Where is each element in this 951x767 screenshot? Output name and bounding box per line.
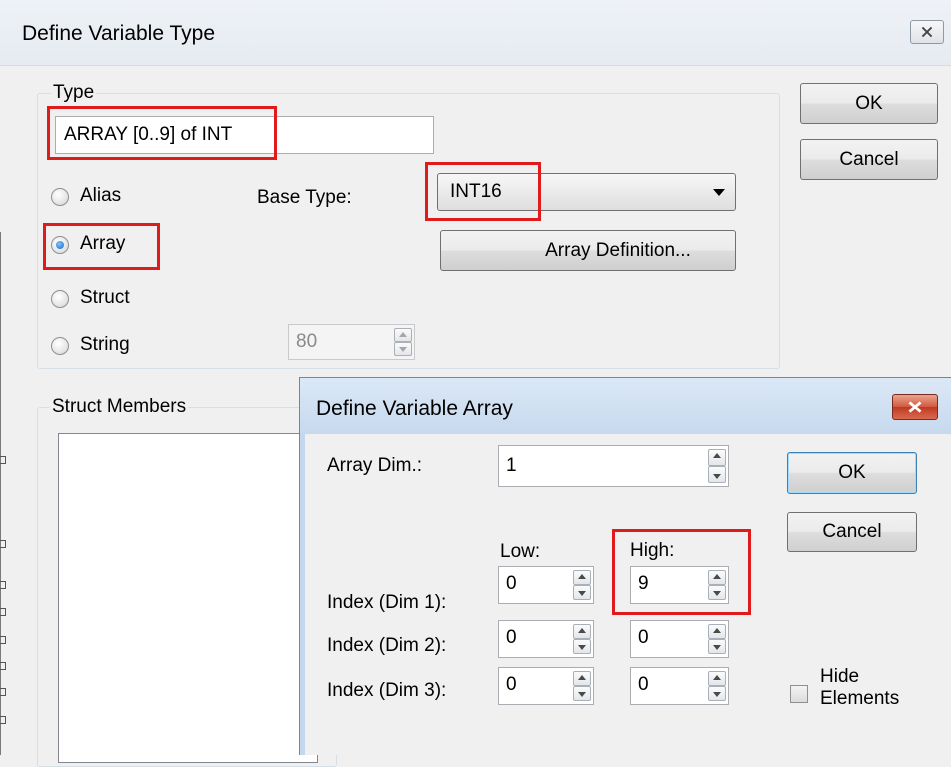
dim2-high-value: 0 [638,627,649,648]
chevron-down-icon [713,189,725,196]
edge-tick [0,688,6,696]
background-window-edge [0,232,1,755]
hide-elements-checkbox[interactable] [790,685,808,703]
spin-up-icon[interactable] [394,328,412,342]
edge-tick [0,716,6,724]
spin-down-icon[interactable] [573,639,591,654]
outer-cancel-button[interactable]: Cancel [800,139,938,180]
index-dim1-label: Index (Dim 1): [327,592,447,613]
radio-alias[interactable] [51,188,69,206]
edge-tick [0,662,6,670]
array-definition-button[interactable]: Array Definition... [440,230,736,271]
dim2-high-spinner[interactable]: 0 [630,620,729,658]
struct-members-legend: Struct Members [50,396,189,417]
radio-struct-label: Struct [80,287,130,308]
array-definition-label: Array Definition... [545,240,691,261]
dim3-low-value: 0 [506,674,517,695]
spin-down-icon[interactable] [708,466,726,483]
inner-close-button[interactable] [892,394,938,420]
outer-close-button[interactable] [910,20,944,44]
dim1-low-spinner[interactable]: 0 [498,566,594,604]
radio-alias-label: Alias [80,185,122,206]
hide-elements-line2: Elements [820,688,900,709]
spin-down-icon[interactable] [708,639,726,654]
spin-down-icon[interactable] [394,342,412,356]
dim3-high-spinner[interactable]: 0 [630,667,729,705]
index-dim3-label: Index (Dim 3): [327,680,447,701]
string-length-spinner[interactable]: 80 [288,324,415,360]
dim2-low-spinner[interactable]: 0 [498,620,594,658]
low-column-header: Low: [500,541,541,562]
type-group-legend: Type [51,82,97,103]
inner-dialog-title: Define Variable Array [316,397,513,420]
highlight-box [425,162,541,221]
edge-tick [0,581,6,589]
inner-cancel-button[interactable]: Cancel [787,512,917,552]
hide-elements-line1: Hide [820,666,860,687]
dim2-low-value: 0 [506,627,517,648]
spin-up-icon[interactable] [573,570,591,585]
index-dim2-label: Index (Dim 2): [327,635,447,656]
edge-tick [0,456,6,464]
edge-tick [0,636,6,644]
spin-up-icon[interactable] [708,624,726,639]
close-icon [921,26,933,38]
spin-down-icon[interactable] [708,686,726,701]
dim3-low-spinner[interactable]: 0 [498,667,594,705]
spin-down-icon[interactable] [573,686,591,701]
string-length-value: 80 [296,331,318,352]
radio-struct[interactable] [51,290,69,308]
spin-up-icon[interactable] [573,624,591,639]
outer-dialog-title: Define Variable Type [22,22,216,45]
inner-ok-button[interactable]: OK [787,452,917,494]
edge-tick [0,608,6,616]
dim1-low-value: 0 [506,573,517,594]
close-icon [908,401,922,413]
base-type-label: Base Type: [257,187,352,208]
spin-down-icon[interactable] [573,585,591,600]
dim3-high-value: 0 [638,674,649,695]
spin-up-icon[interactable] [708,449,726,466]
inner-cancel-label: Cancel [822,521,882,542]
outer-cancel-label: Cancel [839,149,899,170]
hide-elements-label: Hide Elements [820,666,899,710]
inner-ok-label: OK [838,462,866,483]
struct-members-list[interactable] [58,433,318,763]
edge-tick [0,540,6,548]
highlight-box [612,529,751,615]
array-dim-spinner[interactable]: 1 [498,445,729,487]
array-dim-label: Array Dim.: [327,455,422,476]
spin-up-icon[interactable] [708,671,726,686]
outer-ok-button[interactable]: OK [800,83,938,124]
array-dim-value: 1 [506,455,517,476]
radio-string[interactable] [51,337,69,355]
highlight-box [47,106,277,160]
radio-string-label: String [80,334,130,355]
outer-ok-label: OK [855,93,883,114]
highlight-box [43,223,160,270]
spin-up-icon[interactable] [573,671,591,686]
